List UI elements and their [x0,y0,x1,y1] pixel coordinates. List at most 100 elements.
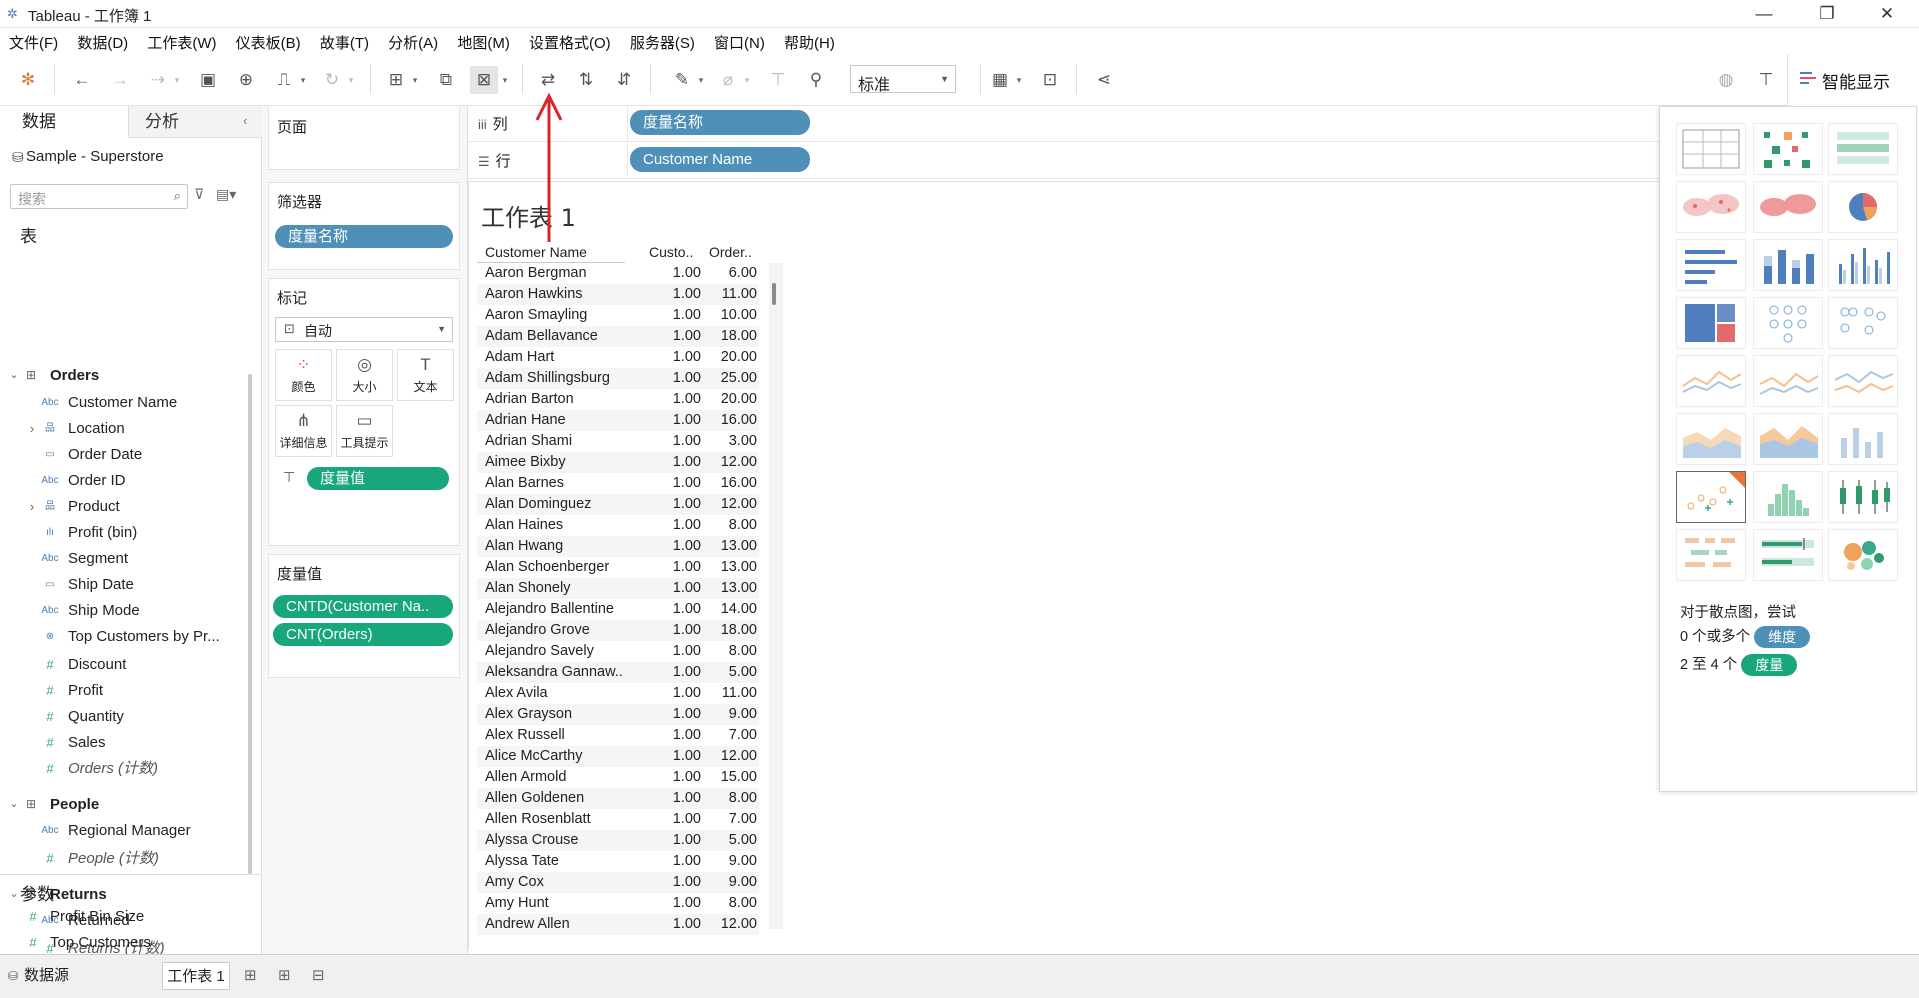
menu-window[interactable]: 窗口(N) [705,28,765,53]
pause-dropdown-icon[interactable]: ▾ [298,66,308,94]
color-button[interactable]: ⁘ 颜色 [275,349,332,401]
chart-thumb-side-by-side-bars[interactable] [1828,239,1898,291]
measure-value-pill[interactable]: CNTD(Customer Na.. [273,595,453,618]
field-row[interactable]: # Orders (计数) [0,758,240,779]
sort-ascending-icon[interactable]: ⇅ [572,66,600,94]
field-row[interactable]: # Sales [0,732,240,753]
show-cards-icon[interactable]: ▦ [986,66,1014,94]
chart-thumb-horizontal-bars[interactable] [1676,239,1746,291]
minimize-button[interactable]: — [1741,2,1787,26]
table-row[interactable]: Alex Avila 1.00 11.00 [477,683,759,704]
table-row[interactable]: Amy Hunt 1.00 8.00 [477,893,759,914]
sort-descending-icon[interactable]: ⇵ [610,66,638,94]
field-row[interactable]: Abc Customer Name [0,392,240,413]
rows-pill[interactable]: Customer Name [630,147,810,172]
mark-pill[interactable]: 度量值 [307,467,449,490]
table-row[interactable]: Aaron Hawkins 1.00 11.00 [477,284,759,305]
field-row[interactable]: # People (计数) [0,848,240,869]
chart-thumb-packed-bubbles[interactable] [1828,529,1898,581]
columns-dropzone[interactable]: 度量名称 [627,106,1659,140]
tooltip-button[interactable]: ▭ 工具提示 [336,405,393,457]
restore-button[interactable]: ❐ [1804,2,1850,26]
menu-file[interactable]: 文件(F) [0,28,58,53]
table-row[interactable]: Adam Shillingsburg 1.00 25.00 [477,368,759,389]
parameter-row[interactable]: # Top Customers [0,932,240,953]
search-input[interactable]: 搜索 ⌕ [10,184,188,209]
duplicate-icon[interactable]: ⧉ [432,66,460,94]
chart-thumb-histogram[interactable] [1753,471,1823,523]
field-row[interactable]: › 品 Product [0,496,240,517]
table-group-row[interactable]: ⌄ ⊞ Orders [0,365,240,386]
field-row[interactable]: ▭ Order Date [0,444,240,465]
parameter-row[interactable]: # Profit Bin Size [0,906,240,927]
menu-data[interactable]: 数据(D) [68,28,128,53]
table-row[interactable]: Alan Barnes 1.00 16.00 [477,473,759,494]
field-row[interactable]: ılı Profit (bin) [0,522,240,543]
tab-analysis[interactable]: 分析 [128,106,262,138]
table-group-row[interactable]: ⌄ ⊞ People [0,794,240,815]
chart-thumb-heat-map[interactable] [1753,123,1823,175]
header-customer-name[interactable]: Customer Name [485,244,587,260]
menu-help[interactable]: 帮助(H) [775,28,835,53]
clear-dropdown-icon[interactable]: ▾ [500,66,510,94]
ask-data-icon[interactable]: ◍ [1712,66,1740,94]
menu-worksheet[interactable]: 工作表(W) [138,28,216,53]
header-orders[interactable]: Order.. [709,244,752,260]
chart-thumb-lines-continuous[interactable] [1676,355,1746,407]
replay-dropdown-icon[interactable]: ▾ [172,66,182,94]
chart-thumb-box-whisker[interactable] [1828,471,1898,523]
measure-value-pill[interactable]: CNT(Orders) [273,623,453,646]
table-row[interactable]: Alice McCarthy 1.00 12.00 [477,746,759,767]
close-button[interactable]: ✕ [1864,2,1910,26]
datasource-name[interactable]: Sample - Superstore [26,148,164,165]
fit-select[interactable]: 标准 ▼ [850,65,956,94]
table-row[interactable]: Adam Bellavance 1.00 18.00 [477,326,759,347]
filter-pill[interactable]: 度量名称 [275,225,453,248]
field-row[interactable]: ▭ Ship Date [0,574,240,595]
field-row[interactable]: Abc Ship Mode [0,600,240,621]
table-row[interactable]: Alex Russell 1.00 7.00 [477,725,759,746]
columns-pill[interactable]: 度量名称 [630,110,810,135]
pause-updates-icon[interactable]: ⎍ [270,66,298,94]
field-row[interactable]: # Discount [0,654,240,675]
chart-thumb-filled-map[interactable] [1753,181,1823,233]
replay-icon[interactable]: ⇢ [144,66,172,94]
chart-thumb-gantt[interactable] [1676,529,1746,581]
filter-icon[interactable]: ⊽ [194,186,204,203]
table-row[interactable]: Alan Shonely 1.00 13.00 [477,578,759,599]
swap-rows-columns-icon[interactable]: ⇄ [534,66,562,94]
filters-card[interactable]: 筛选器 度量名称 [268,182,460,270]
table-row[interactable]: Alan Schoenberger 1.00 13.00 [477,557,759,578]
table-row[interactable]: Aimee Bixby 1.00 12.00 [477,452,759,473]
chart-thumb-highlight-table[interactable] [1828,123,1898,175]
group-dropdown-icon[interactable]: ▾ [742,66,752,94]
field-row[interactable]: # Quantity [0,706,240,727]
text-button[interactable]: T 文本 [397,349,454,401]
field-row[interactable]: Abc Regional Manager [0,820,240,841]
new-datasource-icon[interactable]: ⊕ [232,66,260,94]
menu-server[interactable]: 服务器(S) [621,28,695,53]
undo-icon[interactable]: ← [68,66,96,94]
chart-thumb-area-continuous[interactable] [1676,413,1746,465]
chart-thumb-stacked-bars[interactable] [1753,239,1823,291]
field-row[interactable]: ⊗ Top Customers by Pr... [0,626,240,647]
format-painter-icon[interactable]: ⊤ [1752,66,1780,94]
presentation-mode-icon[interactable]: ⊡ [1036,66,1064,94]
chart-thumb-side-by-side-circles[interactable] [1828,297,1898,349]
menu-story[interactable]: 故事(T) [311,28,369,53]
chart-thumb-lines-discrete[interactable] [1753,355,1823,407]
new-worksheet-tab-icon[interactable]: ⊞ [244,962,257,990]
refresh-dropdown-icon[interactable]: ▾ [346,66,356,94]
table-row[interactable]: Adrian Barton 1.00 20.00 [477,389,759,410]
table-row[interactable]: Alan Haines 1.00 8.00 [477,515,759,536]
menu-analysis[interactable]: 分析(A) [379,28,438,53]
table-row[interactable]: Alan Dominguez 1.00 12.00 [477,494,759,515]
table-row[interactable]: Amy Cox 1.00 9.00 [477,872,759,893]
table-scrollbar-thumb[interactable] [772,283,776,305]
chart-thumb-pie-chart[interactable] [1828,181,1898,233]
field-row[interactable]: Abc Order ID [0,470,240,491]
clear-sheet-icon[interactable]: ⊠ [470,66,498,94]
datasource-tab[interactable]: 数据源 [24,962,69,990]
mark-type-select[interactable]: ⊡ 自动 ▼ [275,317,453,342]
sheet-tab[interactable]: 工作表 1 [162,962,230,990]
